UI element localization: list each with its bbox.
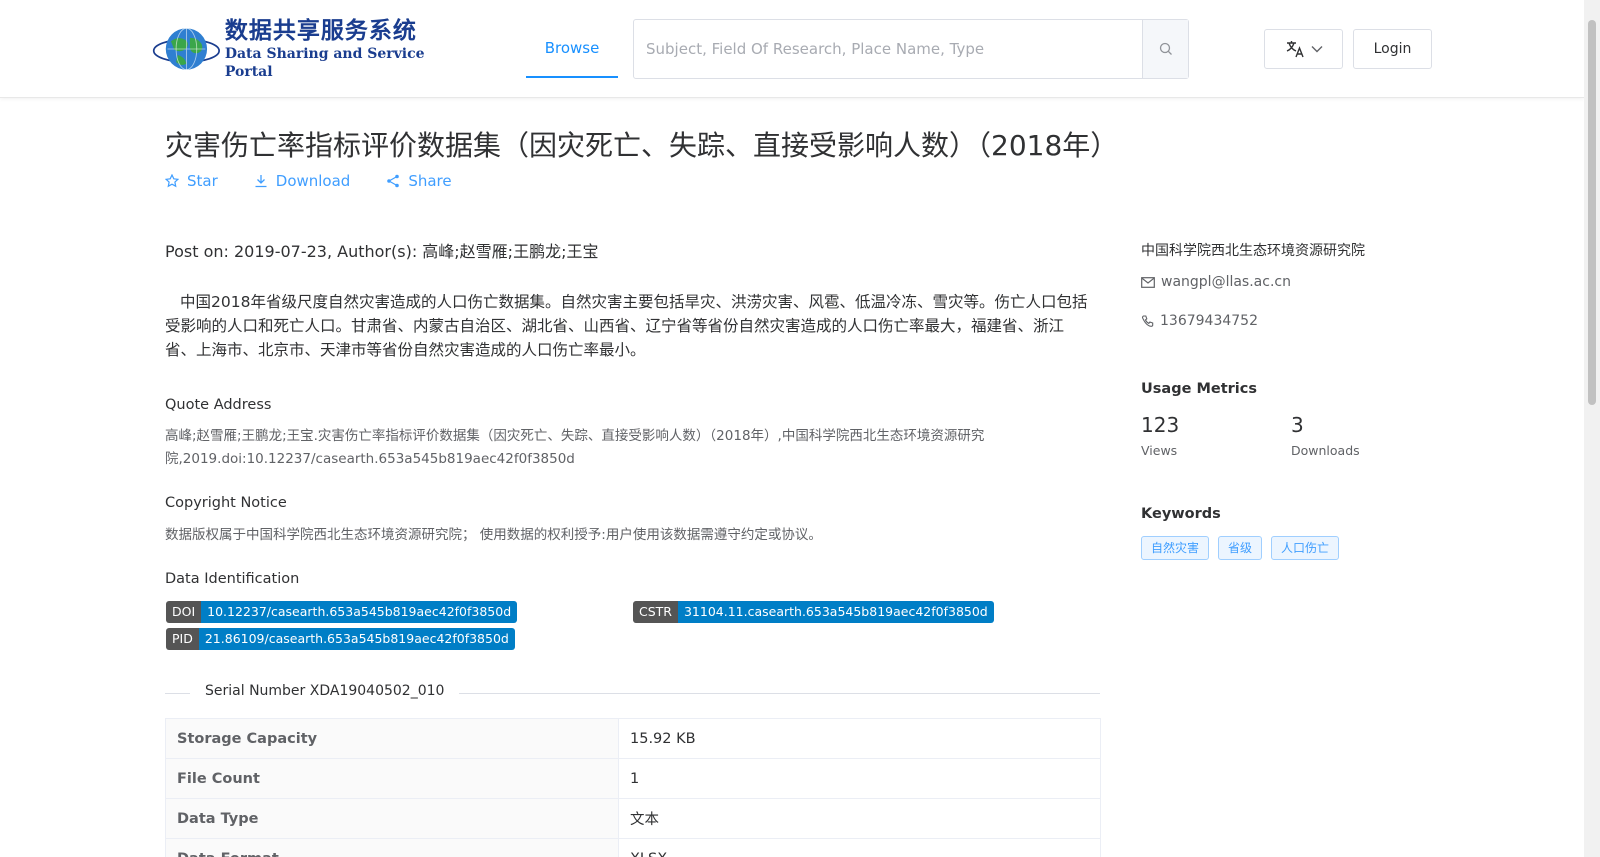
spec-value: 文本 — [618, 798, 1101, 839]
logo-title-en: Data Sharing and Service Portal — [224, 46, 425, 80]
spec-value: 1 — [618, 758, 1101, 799]
share-label: Share — [408, 172, 452, 190]
scrollbar-thumb[interactable] — [1588, 20, 1596, 405]
quote-address-heading: Quote Address — [165, 397, 272, 413]
search-button[interactable] — [1142, 20, 1188, 78]
share-icon — [387, 174, 400, 188]
table-row: Storage Capacity 15.92 KB — [165, 718, 1101, 759]
top-header: 数据共享服务系统 Data Sharing and Service Portal… — [0, 0, 1584, 98]
keyword-tag[interactable]: 自然灾害 — [1141, 536, 1210, 560]
cstr-badge-value: 31104.11.casearth.653a545b819aec42f0f385… — [677, 601, 994, 623]
logo-title-cn: 数据共享服务系统 — [224, 18, 417, 44]
share-button[interactable]: Share — [386, 172, 452, 190]
spec-value: 15.92 KB — [618, 718, 1101, 759]
spec-key: File Count — [165, 758, 619, 799]
keyword-tag[interactable]: 省级 — [1218, 536, 1263, 560]
spec-key: Data Format — [165, 838, 619, 857]
chevron-down-icon — [1311, 46, 1322, 53]
keyword-tag[interactable]: 人口伤亡 — [1271, 536, 1340, 560]
pid-badge-value: 21.86109/casearth.653a545b819aec42f0f385… — [198, 628, 515, 650]
search-input[interactable] — [634, 20, 1142, 78]
pid-badge[interactable]: PID 21.86109/casearth.653a545b819aec42f0… — [166, 628, 515, 650]
views-label: Views — [1141, 443, 1178, 458]
views-count: 123 — [1141, 413, 1180, 437]
search-icon — [1159, 42, 1172, 55]
keyword-tags: 自然灾害 省级 人口伤亡 — [1141, 536, 1340, 560]
serial-number: Serial Number XDA19040502_010 — [190, 683, 460, 699]
contact-phone: 13679434752 — [1141, 313, 1258, 329]
downloads-label: Downloads — [1291, 443, 1360, 458]
spec-table: Storage Capacity 15.92 KB File Count 1 D… — [165, 718, 1101, 857]
login-button[interactable]: Login — [1353, 29, 1432, 69]
page-scrollbar[interactable] — [1584, 0, 1600, 857]
phone-text: 13679434752 — [1160, 313, 1258, 329]
spec-value: XLSX — [618, 838, 1101, 857]
keywords-heading: Keywords — [1141, 506, 1221, 522]
table-row: Data Type 文本 — [165, 798, 1101, 839]
globe-logo-icon — [152, 27, 220, 71]
star-button[interactable]: Star — [165, 172, 218, 190]
downloads-count: 3 — [1291, 413, 1304, 437]
spec-key: Data Type — [165, 798, 619, 839]
dataset-actions: Star Download Share — [165, 172, 452, 190]
mail-icon — [1141, 276, 1155, 288]
site-logo[interactable]: 数据共享服务系统 Data Sharing and Service Portal — [152, 18, 442, 80]
pid-badge-key: PID — [166, 628, 199, 650]
copyright-text: 数据版权属于中国科学院西北生态环境资源研究院； 使用数据的权利授予:用户使用该数… — [165, 527, 822, 543]
table-row: Data Format XLSX — [165, 838, 1101, 857]
dataset-title: 灾害伤亡率指标评价数据集（因灾死亡、失踪、直接受影响人数）（2018年） — [165, 129, 1119, 162]
cstr-badge-key: CSTR — [633, 601, 678, 623]
usage-metrics-heading: Usage Metrics — [1141, 381, 1257, 397]
data-identification-heading: Data Identification — [165, 571, 300, 587]
search-bar — [633, 19, 1189, 79]
language-switcher[interactable] — [1264, 29, 1343, 69]
download-label: Download — [275, 172, 351, 190]
download-icon — [255, 175, 267, 188]
quote-address-text: 高峰;赵雪雁;王鹏龙;王宝.灾害伤亡率指标评价数据集（因灾死亡、失踪、直接受影响… — [165, 428, 985, 467]
star-label: Star — [187, 172, 218, 190]
copyright-heading: Copyright Notice — [165, 495, 287, 511]
nav-browse-tab[interactable]: Browse — [526, 28, 618, 78]
doi-badge-key: DOI — [166, 601, 202, 623]
organization-name: 中国科学院西北生态环境资源研究院 — [1141, 243, 1365, 259]
email-text: wangpl@llas.ac.cn — [1161, 274, 1291, 290]
table-row: File Count 1 — [165, 758, 1101, 799]
spec-key: Storage Capacity — [165, 718, 619, 759]
cstr-badge[interactable]: CSTR 31104.11.casearth.653a545b819aec42f… — [633, 601, 994, 623]
star-icon — [165, 174, 179, 188]
dataset-abstract: 中国2018年省级尺度自然灾害造成的人口伤亡数据集。自然灾害主要包括旱灾、洪涝灾… — [165, 293, 1088, 359]
phone-icon — [1141, 314, 1154, 327]
translate-icon — [1286, 41, 1304, 58]
download-button[interactable]: Download — [254, 172, 351, 190]
doi-badge[interactable]: DOI 10.12237/casearth.653a545b819aec42f0… — [166, 601, 518, 623]
doi-badge-value: 10.12237/casearth.653a545b819aec42f0f385… — [201, 601, 518, 623]
logo-text: 数据共享服务系统 Data Sharing and Service Portal — [225, 17, 442, 81]
contact-email[interactable]: wangpl@llas.ac.cn — [1141, 274, 1291, 290]
post-info: Post on: 2019-07-23, Author(s): 高峰;赵雪雁;王… — [165, 242, 599, 261]
